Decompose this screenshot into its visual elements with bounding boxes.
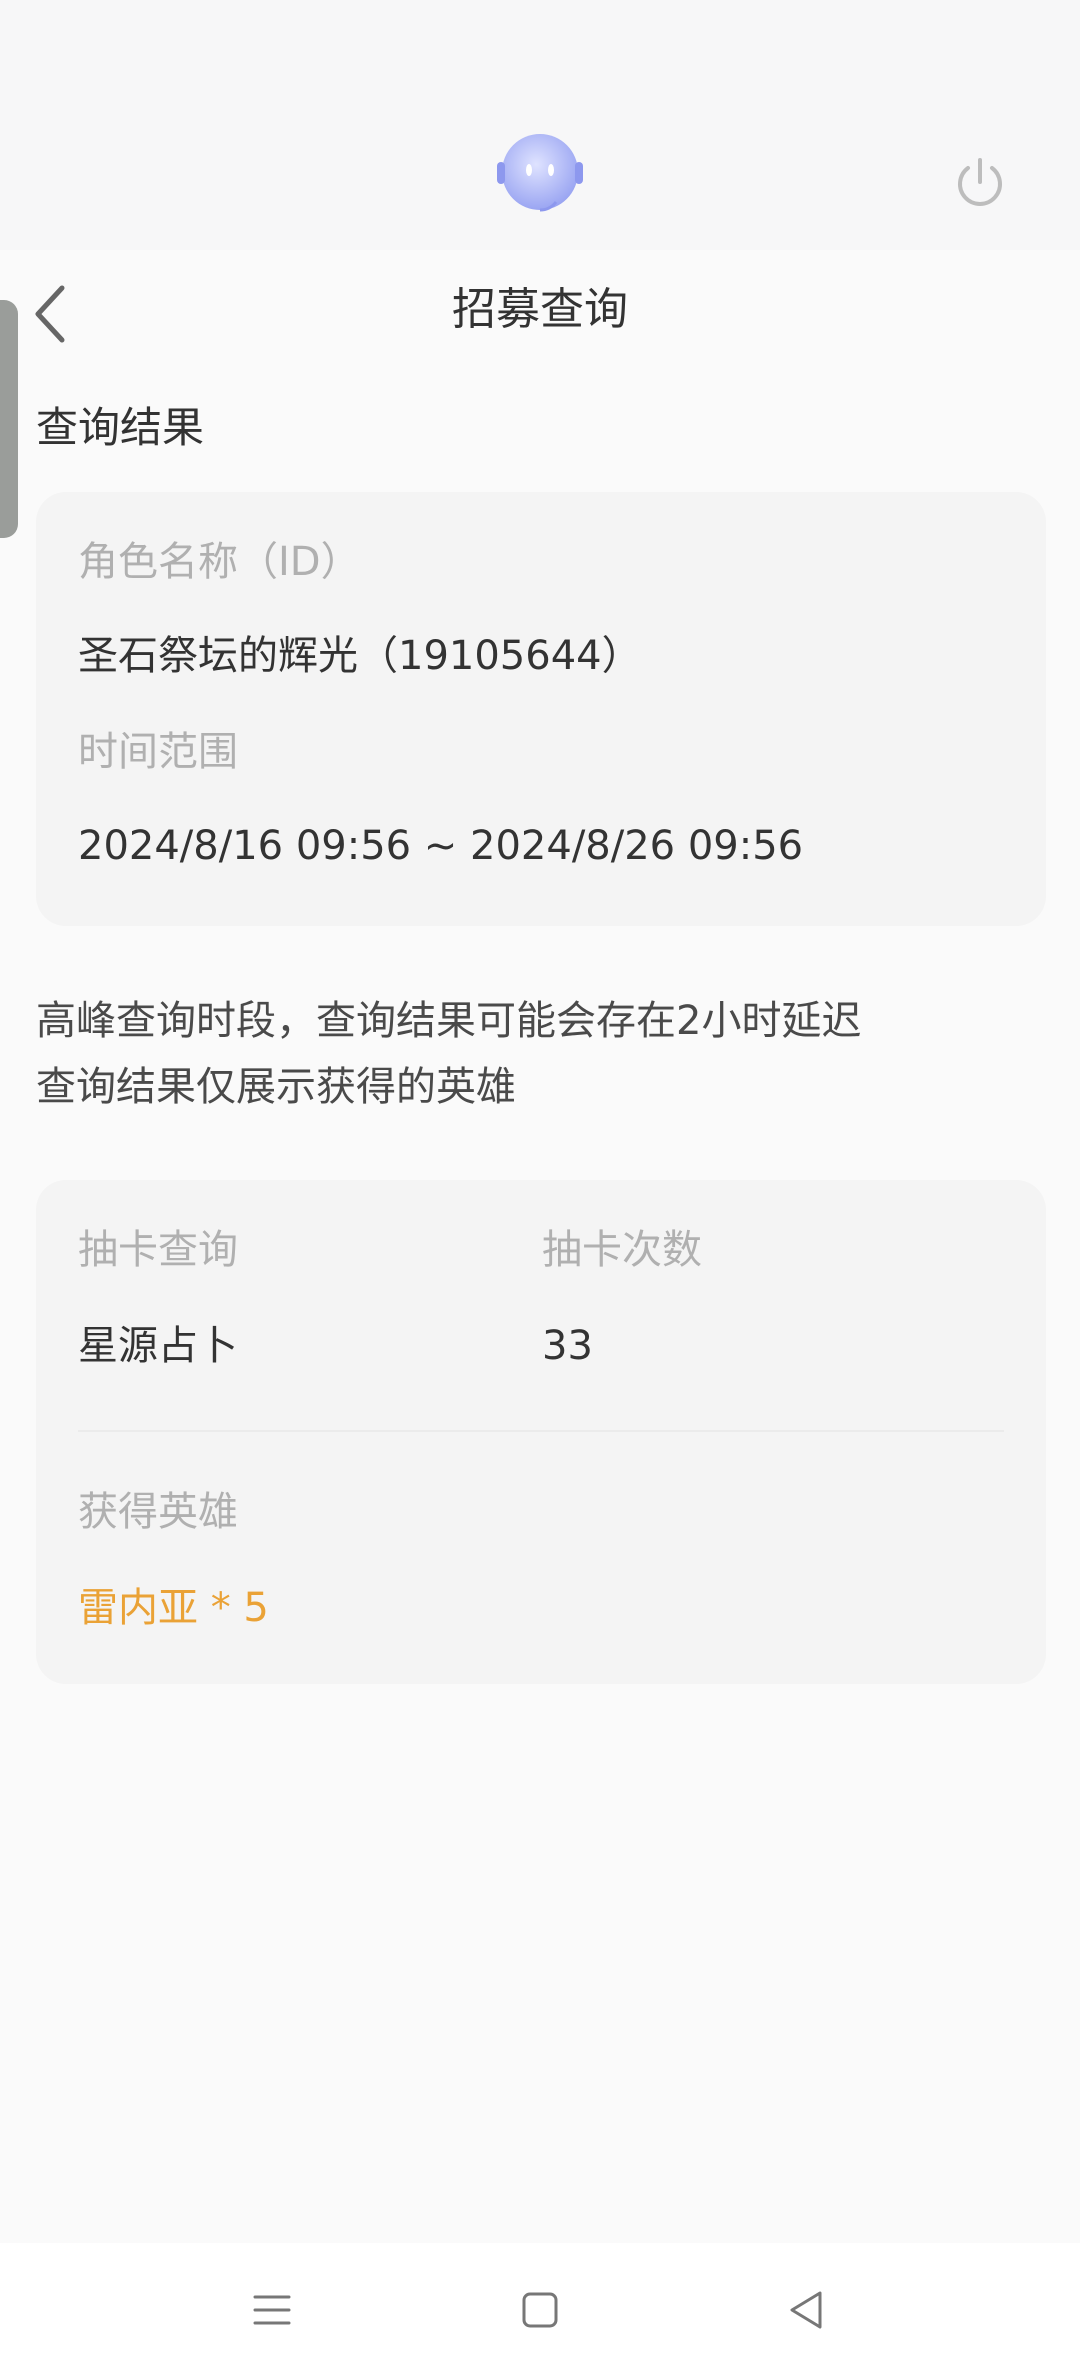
time-range-value: 2024/8/16 09:56 ~ 2024/8/26 09:56: [78, 823, 804, 869]
card-divider: [78, 1430, 1004, 1432]
power-icon[interactable]: [950, 152, 1010, 212]
draw-query-label: 抽卡查询: [78, 1227, 238, 1273]
triangle-back-icon[interactable]: [782, 2285, 832, 2335]
role-name-label: 角色名称（ID）: [78, 539, 361, 585]
obtained-hero-value: 雷内亚 * 5: [78, 1585, 269, 1631]
draw-result-card: 抽卡查询 星源占卜 抽卡次数 33 获得英雄 雷内亚 * 5: [36, 1180, 1046, 1684]
section-title: 查询结果: [36, 403, 205, 452]
menu-icon[interactable]: [247, 2285, 297, 2335]
page-title: 招募查询: [452, 284, 628, 335]
notice-line-2: 查询结果仅展示获得的英雄: [36, 1064, 516, 1110]
draw-count-label: 抽卡次数: [542, 1227, 702, 1273]
draw-count-value: 33: [542, 1323, 593, 1369]
obtained-hero-label: 获得英雄: [78, 1489, 238, 1535]
role-name-value: 圣石祭坛的辉光（19105644）: [78, 633, 642, 679]
robot-assistant-icon[interactable]: [495, 130, 585, 216]
time-range-label: 时间范围: [78, 729, 238, 775]
top-header: [0, 0, 1080, 250]
page: 招募查询 查询结果 角色名称（ID） 圣石祭坛的辉光（19105644） 时间范…: [0, 0, 1080, 2375]
square-home-icon[interactable]: [515, 2285, 565, 2335]
system-navigation-bar: [0, 2243, 1080, 2375]
draw-query-value: 星源占卜: [78, 1323, 238, 1369]
notice-line-1: 高峰查询时段，查询结果可能会存在2小时延迟: [36, 998, 862, 1044]
query-info-card: 角色名称（ID） 圣石祭坛的辉光（19105644） 时间范围 2024/8/1…: [36, 492, 1046, 926]
query-notice: 高峰查询时段，查询结果可能会存在2小时延迟 查询结果仅展示获得的英雄: [36, 988, 1046, 1120]
